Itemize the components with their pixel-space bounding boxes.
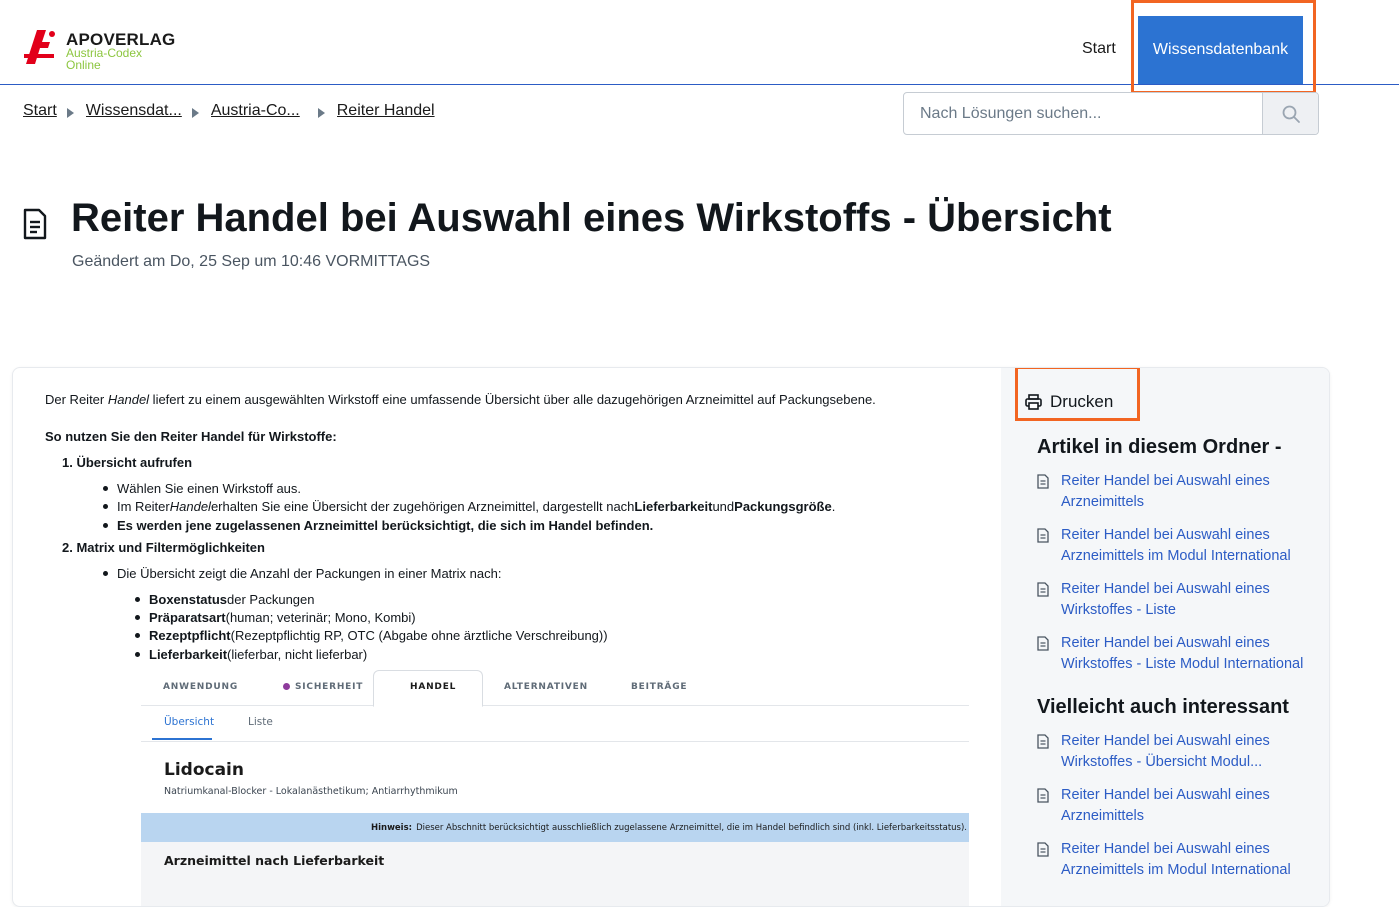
document-icon [1037, 734, 1049, 749]
nav-knowledge-base-button[interactable]: Wissensdatenbank [1138, 16, 1303, 84]
chevron-right-icon [317, 108, 325, 118]
screenshot-tab-anwendung: ANWENDUNG [163, 682, 239, 692]
screenshot-section-header: Arzneimittel nach Lieferbarkeit [141, 842, 969, 906]
search-input[interactable] [904, 93, 1262, 134]
list-item: Präparatsart (human; veterinär; Mono, Ko… [135, 610, 416, 625]
list-item: Im Reiter Handel erhalten Sie eine Übers… [103, 499, 835, 514]
page-title: Reiter Handel bei Auswahl eines Wirkstof… [71, 196, 1112, 240]
document-icon [1037, 636, 1049, 651]
folder-articles-heading: Artikel in diesem Ordner - [1037, 436, 1282, 458]
breadcrumb: Start Wissensdat... Austria-Co... Reiter… [23, 102, 435, 120]
highlight-box [1015, 368, 1140, 421]
screenshot-subtab-liste: Liste [248, 716, 273, 728]
screenshot-tab-sicherheit: SICHERHEIT [283, 682, 363, 692]
chevron-right-icon [66, 108, 74, 118]
apoverlag-logo[interactable]: APOVERLAG Austria-Codex Online [22, 26, 182, 72]
article-card: Der Reiter Handel liefert zu einem ausge… [12, 367, 1330, 907]
list-item: Es werden jene zugelassenen Arzneimittel… [103, 518, 653, 533]
folder-article-link[interactable]: Reiter Handel bei Auswahl eines Wirkstoff… [1037, 579, 1307, 621]
list-item: Rezeptpflicht (Rezeptpflichtig RP, OTC (… [135, 628, 608, 643]
modified-date: Geändert am Do, 25 Sep um 10:46 VORMITTA… [72, 253, 431, 270]
breadcrumb-start[interactable]: Start [23, 102, 57, 120]
search-icon [1282, 105, 1300, 123]
apoverlag-logo-icon [24, 30, 55, 64]
document-icon [1037, 842, 1049, 857]
screenshot-drug-name: Lidocain [164, 760, 244, 780]
search-button[interactable] [1262, 93, 1318, 134]
step-2-heading: 2. Matrix und Filtermöglichkeiten [62, 540, 265, 555]
status-dot-icon [283, 683, 290, 690]
screenshot-tab-beitraege: BEITRÄGE [631, 682, 688, 692]
screenshot-subtab-uebersicht: Übersicht [164, 716, 215, 728]
related-articles-heading: Vielleicht auch interessant [1037, 696, 1289, 718]
search-box [903, 92, 1319, 135]
how-to-heading: So nutzen Sie den Reiter Handel für Wirk… [45, 429, 337, 444]
list-item: Die Übersicht zeigt die Anzahl der Packu… [103, 566, 501, 581]
document-icon [1037, 582, 1049, 597]
embedded-screenshot: ANWENDUNG SICHERHEIT HANDEL ALTERNATIVEN… [141, 670, 969, 906]
related-article-link[interactable]: Reiter Handel bei Auswahl eines Wirkstoff… [1037, 731, 1307, 773]
step-1-heading: 1. Übersicht aufrufen [62, 455, 193, 470]
brand-subtitle-2: Online [66, 58, 101, 72]
folder-article-link[interactable]: Reiter Handel bei Auswahl eines Arzneimit… [1037, 471, 1307, 513]
related-article-link[interactable]: Reiter Handel bei Auswahl eines Arzneimit… [1037, 839, 1307, 881]
breadcrumb-knowledge-base[interactable]: Wissensdat... [86, 102, 182, 120]
document-icon [1037, 474, 1049, 489]
screenshot-tabbar: ANWENDUNG SICHERHEIT HANDEL ALTERNATIVEN… [141, 670, 969, 707]
breadcrumb-folder[interactable]: Reiter Handel [337, 102, 435, 120]
list-item: Lieferbarkeit (lieferbar, nicht lieferba… [135, 647, 367, 662]
screenshot-drug-class: Natriumkanal-Blocker - Lokalanästhetikum… [164, 786, 458, 797]
related-article-link[interactable]: Reiter Handel bei Auswahl eines Arzneimit… [1037, 785, 1307, 827]
divider [141, 741, 969, 742]
article-sidebar: Drucken Artikel in diesem Ordner - Reite… [1001, 368, 1329, 906]
article-intro: Der Reiter Handel liefert zu einem ausge… [45, 392, 876, 407]
nav-start-link[interactable]: Start [1082, 40, 1116, 58]
document-icon [23, 208, 47, 240]
screenshot-subtab-indicator [152, 738, 212, 740]
breadcrumb-category[interactable]: Austria-Co... [211, 102, 300, 120]
screenshot-hint-bar: Hinweis: Dieser Abschnitt berücksichtigt … [141, 813, 969, 842]
article-content: Der Reiter Handel liefert zu einem ausge… [13, 368, 1001, 906]
folder-article-link[interactable]: Reiter Handel bei Auswahl eines Wirkstoff… [1037, 633, 1307, 675]
list-item: Boxenstatus der Packungen [135, 592, 314, 607]
document-icon [1037, 528, 1049, 543]
document-icon [1037, 788, 1049, 803]
folder-article-link[interactable]: Reiter Handel bei Auswahl eines Arzneimit… [1037, 525, 1307, 567]
list-item: Wählen Sie einen Wirkstoff aus. [103, 481, 301, 496]
screenshot-tab-handel: HANDEL [410, 682, 457, 692]
screenshot-tab-alternativen: ALTERNATIVEN [504, 682, 588, 692]
chevron-right-icon [191, 108, 199, 118]
site-header: APOVERLAG Austria-Codex Online Start Wis… [0, 0, 1399, 94]
